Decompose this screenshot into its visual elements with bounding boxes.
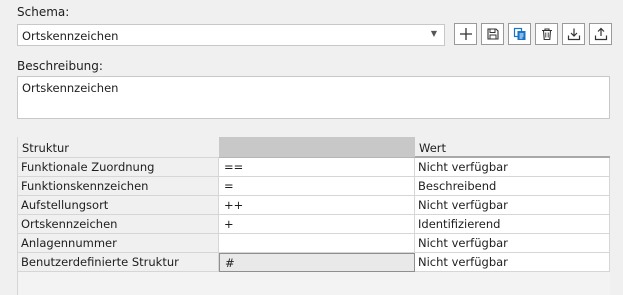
zeichen-cell[interactable]: == — [219, 158, 415, 177]
export-button[interactable] — [589, 23, 612, 45]
trash-icon — [541, 28, 552, 41]
save-icon — [486, 28, 499, 40]
zeichen-cell[interactable]: ++ — [219, 196, 415, 215]
plus-icon — [459, 28, 472, 40]
struktur-cell: Benutzerdefinierte Struktur — [18, 253, 219, 272]
wert-cell[interactable]: Nicht verfügbar — [415, 196, 610, 215]
structure-table: Struktur Wert Funktionale Zuordnung == N… — [17, 137, 610, 295]
schema-select[interactable]: Ortskennzeichen ▼ — [17, 24, 445, 46]
export-icon — [594, 27, 607, 41]
struktur-cell: Anlagennummer — [18, 234, 219, 253]
table-row[interactable]: Funktionskennzeichen = Beschreibend — [18, 177, 610, 196]
table-row[interactable]: Ortskennzeichen + Identifizierend — [18, 215, 610, 234]
table-row[interactable]: Anlagennummer Nicht verfügbar — [18, 234, 610, 253]
wert-cell[interactable]: Nicht verfügbar — [415, 234, 610, 253]
header-struktur-label: Struktur — [22, 141, 70, 155]
struktur-cell: Aufstellungsort — [18, 196, 219, 215]
struktur-cell: Funktionskennzeichen — [18, 177, 219, 196]
header-struktur[interactable]: Struktur — [18, 137, 219, 158]
copy-icon — [513, 27, 525, 40]
header-zeichen[interactable] — [219, 137, 415, 158]
add-button[interactable] — [454, 23, 477, 45]
wert-cell[interactable]: Nicht verfügbar — [415, 253, 610, 272]
zeichen-cell-selected[interactable]: # — [219, 253, 415, 272]
table-row[interactable]: Funktionale Zuordnung == Nicht verfügbar — [18, 158, 610, 177]
description-textarea[interactable]: Ortskennzeichen — [17, 76, 610, 119]
zeichen-cell[interactable]: = — [219, 177, 415, 196]
table-row[interactable]: Benutzerdefinierte Struktur # Nicht verf… — [18, 253, 610, 272]
wert-cell[interactable]: Beschreibend — [415, 177, 610, 196]
zeichen-cell[interactable] — [219, 234, 415, 253]
zeichen-cell[interactable]: + — [219, 215, 415, 234]
table-row[interactable]: Aufstellungsort ++ Nicht verfügbar — [18, 196, 610, 215]
header-wert-label: Wert — [419, 141, 447, 155]
delete-button[interactable] — [535, 23, 558, 45]
import-button[interactable] — [562, 23, 585, 45]
struktur-cell: Funktionale Zuordnung — [18, 158, 219, 177]
description-value: Ortskennzeichen — [22, 81, 119, 95]
save-button[interactable] — [481, 23, 504, 45]
chevron-down-icon: ▼ — [430, 29, 437, 38]
struktur-cell: Ortskennzeichen — [18, 215, 219, 234]
description-label: Beschreibung: — [17, 59, 103, 73]
schema-label: Schema: — [17, 5, 70, 19]
schema-select-value: Ortskennzeichen — [22, 29, 119, 43]
wert-cell[interactable]: Nicht verfügbar — [415, 158, 610, 177]
copy-button[interactable] — [508, 23, 531, 45]
wert-cell[interactable]: Identifizierend — [415, 215, 610, 234]
header-wert[interactable]: Wert — [415, 137, 610, 158]
import-icon — [567, 28, 580, 41]
